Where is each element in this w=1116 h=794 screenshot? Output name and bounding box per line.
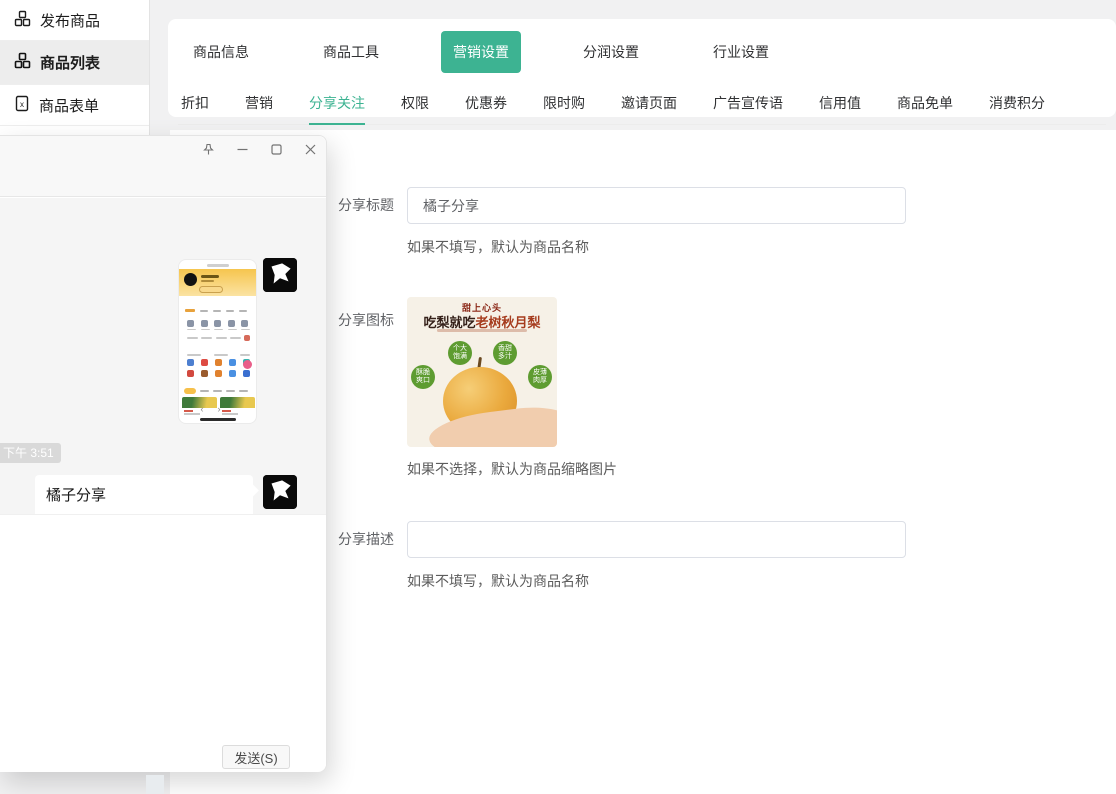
share-title-helper: 如果不填写，默认为商品名称 bbox=[407, 237, 589, 257]
pear-badge-1: 个大饱满 bbox=[448, 341, 472, 365]
chat-timestamp: 下午 3:51 bbox=[0, 443, 61, 463]
background-artifact bbox=[146, 775, 164, 794]
share-desc-label: 分享描述 bbox=[334, 521, 394, 558]
tab-industry-settings[interactable]: 行业设置 bbox=[701, 31, 781, 73]
chat-input-area[interactable]: 发送(S) bbox=[0, 514, 326, 772]
share-icon-label: 分享图标 bbox=[334, 297, 394, 447]
share-desc-input[interactable] bbox=[407, 521, 906, 558]
sidebar-item-product-form[interactable]: x 商品表单 bbox=[0, 85, 149, 126]
settings-tabs-card: 商品信息 商品工具 营销设置 分润设置 行业设置 折扣 营销 分享关注 权限 优… bbox=[168, 19, 1116, 117]
share-desc-row: 分享描述 bbox=[334, 521, 906, 558]
share-icon-helper: 如果不选择，默认为商品缩略图片 bbox=[407, 459, 617, 479]
share-icon-image[interactable]: 甜上心头 吃梨就吃老树秋月梨 个大饱满 香甜多汁 酥脆爽口 皮薄肉厚 bbox=[407, 297, 557, 447]
tab-coupons[interactable]: 优惠券 bbox=[465, 87, 507, 125]
maximize-icon[interactable] bbox=[268, 141, 284, 157]
cubes-icon bbox=[14, 52, 31, 73]
cubes-icon bbox=[14, 10, 31, 31]
share-card-title: 橘子分享 bbox=[46, 484, 106, 505]
share-preview-window: ‹› 下午 3:51 橘子分享 知识库 甜上心头 吃梨就吃老树秋月梨 个大 香甜… bbox=[0, 135, 327, 772]
secondary-tabs: 折扣 营销 分享关注 权限 优惠券 限时购 邀请页面 广告宣传语 信用值 商品免… bbox=[181, 87, 1045, 125]
close-icon[interactable] bbox=[302, 141, 318, 157]
tab-share-follow[interactable]: 分享关注 bbox=[309, 87, 365, 125]
share-title-label: 分享标题 bbox=[334, 187, 394, 224]
user-avatar[interactable] bbox=[263, 258, 297, 292]
phone-home-indicator bbox=[200, 418, 236, 421]
bubble-arrow bbox=[246, 484, 259, 497]
pear-ad-subline bbox=[437, 329, 527, 332]
pear-badge-4: 皮薄肉厚 bbox=[528, 365, 552, 389]
sidebar-item-label: 商品表单 bbox=[39, 95, 99, 116]
tab-ad-slogan[interactable]: 广告宣传语 bbox=[713, 87, 783, 125]
tab-free-order[interactable]: 商品免单 bbox=[897, 87, 953, 125]
phone-fab bbox=[243, 360, 252, 369]
sidebar-item-publish-product[interactable]: 发布商品 bbox=[0, 0, 149, 41]
phone-screenshot-message[interactable]: ‹› bbox=[178, 259, 257, 424]
tab-discount[interactable]: 折扣 bbox=[181, 87, 209, 125]
chat-message-area: ‹› 下午 3:51 橘子分享 知识库 甜上心头 吃梨就吃老树秋月梨 个大 香甜… bbox=[0, 198, 326, 514]
tab-product-tools[interactable]: 商品工具 bbox=[311, 31, 391, 73]
window-controls bbox=[200, 141, 318, 157]
sidebar-item-label: 商品列表 bbox=[40, 52, 100, 73]
minimize-icon[interactable] bbox=[234, 141, 250, 157]
share-title-input[interactable] bbox=[407, 187, 906, 224]
sidebar-item-label: 发布商品 bbox=[40, 10, 100, 31]
pin-icon[interactable] bbox=[200, 141, 216, 157]
tab-invite-page[interactable]: 邀请页面 bbox=[621, 87, 677, 125]
send-button[interactable]: 发送(S) bbox=[222, 745, 290, 769]
phone-pager-arrows: ‹› bbox=[179, 404, 256, 414]
pear-badge-2: 香甜多汁 bbox=[493, 341, 517, 365]
window-titlebar bbox=[0, 136, 326, 197]
tab-credit-value[interactable]: 信用值 bbox=[819, 87, 861, 125]
tab-consume-points[interactable]: 消费积分 bbox=[989, 87, 1045, 125]
tab-profit-settings[interactable]: 分润设置 bbox=[571, 31, 651, 73]
form-doc-icon: x bbox=[14, 95, 30, 116]
share-desc-helper: 如果不填写，默认为商品名称 bbox=[407, 571, 589, 591]
tab-product-info[interactable]: 商品信息 bbox=[181, 31, 261, 73]
primary-tabs: 商品信息 商品工具 营销设置 分润设置 行业设置 bbox=[181, 30, 781, 74]
tab-marketing-settings[interactable]: 营销设置 bbox=[441, 31, 521, 73]
tab-permissions[interactable]: 权限 bbox=[401, 87, 429, 125]
svg-text:x: x bbox=[20, 100, 24, 109]
share-icon-row: 分享图标 甜上心头 吃梨就吃老树秋月梨 个大饱满 香甜多汁 酥脆爽口 皮薄肉厚 bbox=[334, 297, 557, 447]
sidebar-item-product-list[interactable]: 商品列表 bbox=[0, 41, 149, 85]
share-title-row: 分享标题 bbox=[334, 187, 906, 224]
tab-flash-sale[interactable]: 限时购 bbox=[543, 87, 585, 125]
user-avatar[interactable] bbox=[263, 475, 297, 509]
pear-badge-3: 酥脆爽口 bbox=[411, 365, 435, 389]
tab-marketing[interactable]: 营销 bbox=[245, 87, 273, 125]
phone-app-header bbox=[179, 269, 256, 296]
